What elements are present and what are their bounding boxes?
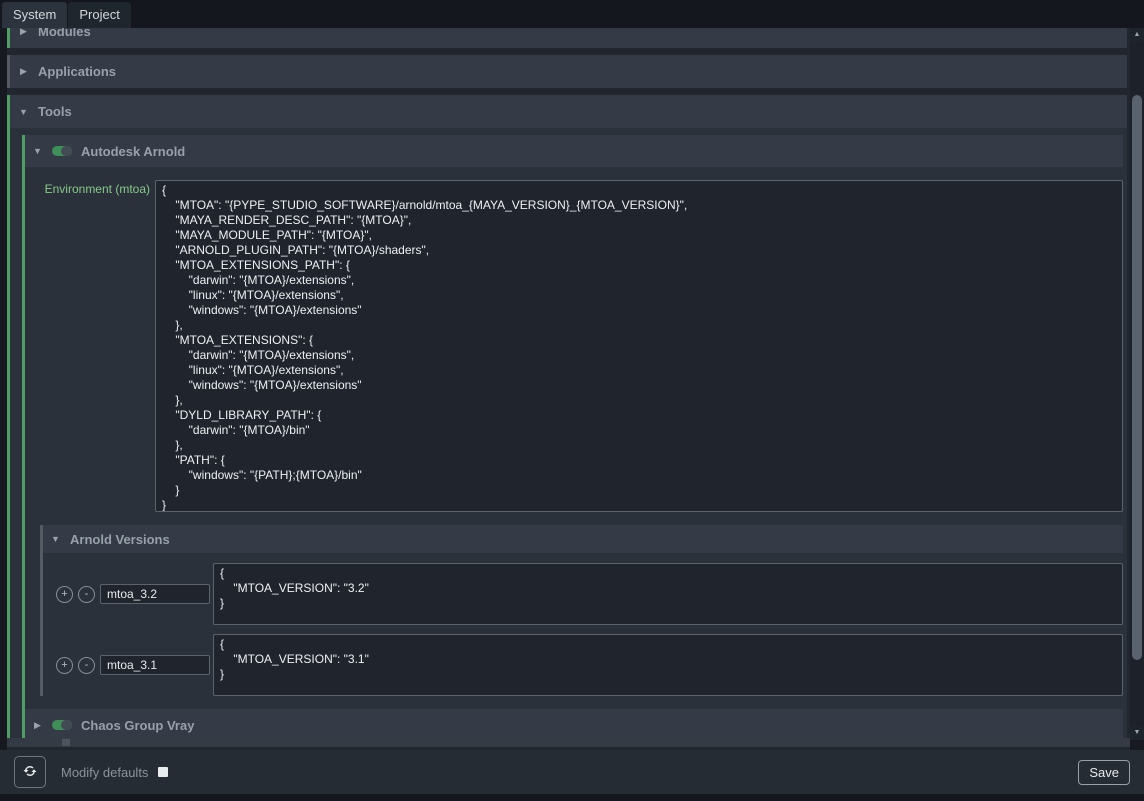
panel-autodesk-arnold-title: Autodesk Arnold <box>81 144 185 159</box>
section-modules-header[interactable]: ▶ Modules <box>7 28 1127 48</box>
tab-project[interactable]: Project <box>68 2 130 28</box>
version-json-textarea[interactable]: { "MTOA_VERSION": "3.2" } <box>213 563 1123 625</box>
footer: Modify defaults Save <box>0 750 1144 801</box>
section-applications: ▶ Applications <box>7 55 1127 88</box>
settings-tab-bar: System Project <box>0 0 1144 28</box>
section-tools-body: ▼ Autodesk Arnold Environment (mtoa) { "… <box>7 128 1127 744</box>
version-key-input[interactable] <box>100 584 210 604</box>
chevron-down-icon: ▼ <box>18 107 29 117</box>
environment-row: Environment (mtoa) { "MTOA": "{PYPE_STUD… <box>27 180 1123 512</box>
remove-version-button[interactable]: - <box>78 586 95 603</box>
section-tools-header[interactable]: ▼ Tools <box>7 95 1127 128</box>
environment-json-textarea[interactable]: { "MTOA": "{PYPE_STUDIO_SOFTWARE}/arnold… <box>155 180 1123 512</box>
horizontal-scrollbar[interactable] <box>7 738 1130 747</box>
panel-arnold-versions-body: + - { "MTOA_VERSION": "3.2" } + - <box>43 553 1123 696</box>
vray-enabled-toggle[interactable] <box>52 720 72 730</box>
panel-chaos-group-vray-title: Chaos Group Vray <box>81 718 194 733</box>
settings-scroll-area: ▶ Modules ▶ Applications ▼ Tools <box>0 28 1130 750</box>
toggle-knob <box>61 720 72 730</box>
section-modules: ▶ Modules <box>7 28 1127 48</box>
panel-autodesk-arnold: ▼ Autodesk Arnold Environment (mtoa) { "… <box>22 135 1123 709</box>
section-applications-title: Applications <box>38 64 116 79</box>
chevron-right-icon: ▶ <box>32 720 43 731</box>
modify-defaults-checkbox[interactable] <box>158 767 168 777</box>
version-row: + - { "MTOA_VERSION": "3.2" } <box>56 563 1123 625</box>
version-row: + - { "MTOA_VERSION": "3.1" } <box>56 634 1123 696</box>
vertical-scrollbar-thumb[interactable] <box>1132 95 1142 660</box>
section-tools: ▼ Tools ▼ Autodesk Arnold <box>7 95 1127 744</box>
chevron-right-icon: ▶ <box>18 28 29 37</box>
arnold-enabled-toggle[interactable] <box>52 146 72 156</box>
vertical-scrollbar: ▲ ▼ <box>1130 28 1144 740</box>
panel-autodesk-arnold-header[interactable]: ▼ Autodesk Arnold <box>25 135 1123 167</box>
footer-bar: Modify defaults Save <box>0 750 1144 794</box>
refresh-button[interactable] <box>14 756 46 788</box>
horizontal-scrollbar-thumb[interactable] <box>62 739 70 746</box>
section-tools-title: Tools <box>38 104 72 119</box>
version-json-textarea[interactable]: { "MTOA_VERSION": "3.1" } <box>213 634 1123 696</box>
panel-arnold-versions-header[interactable]: ▼ Arnold Versions <box>43 525 1123 553</box>
refresh-icon <box>22 763 38 782</box>
scroll-down-icon[interactable]: ▼ <box>1130 726 1144 740</box>
panel-chaos-group-vray-header[interactable]: ▶ Chaos Group Vray <box>25 709 1123 741</box>
remove-version-button[interactable]: - <box>78 657 95 674</box>
version-key-input[interactable] <box>100 655 210 675</box>
tab-system[interactable]: System <box>2 2 67 28</box>
modify-defaults-label: Modify defaults <box>61 765 148 780</box>
add-version-button[interactable]: + <box>56 586 73 603</box>
panel-arnold-versions-title: Arnold Versions <box>70 532 170 547</box>
panel-chaos-group-vray: ▶ Chaos Group Vray <box>22 709 1123 741</box>
vertical-scrollbar-track[interactable] <box>1130 42 1144 726</box>
save-button[interactable]: Save <box>1078 760 1130 785</box>
toggle-knob <box>61 146 72 156</box>
add-version-button[interactable]: + <box>56 657 73 674</box>
panel-autodesk-arnold-body: Environment (mtoa) { "MTOA": "{PYPE_STUD… <box>25 167 1123 709</box>
section-modules-title: Modules <box>38 28 91 39</box>
chevron-right-icon: ▶ <box>18 66 29 77</box>
chevron-down-icon: ▼ <box>32 146 43 156</box>
section-applications-header[interactable]: ▶ Applications <box>7 55 1127 88</box>
environment-label: Environment (mtoa) <box>27 182 150 196</box>
settings-scroll-content: ▶ Modules ▶ Applications ▼ Tools <box>7 28 1130 744</box>
scroll-up-icon[interactable]: ▲ <box>1130 28 1144 42</box>
settings-main: ▶ Modules ▶ Applications ▼ Tools <box>0 28 1144 750</box>
chevron-down-icon: ▼ <box>50 534 61 544</box>
panel-arnold-versions: ▼ Arnold Versions + - { "MTOA_VERSION": … <box>40 525 1123 696</box>
